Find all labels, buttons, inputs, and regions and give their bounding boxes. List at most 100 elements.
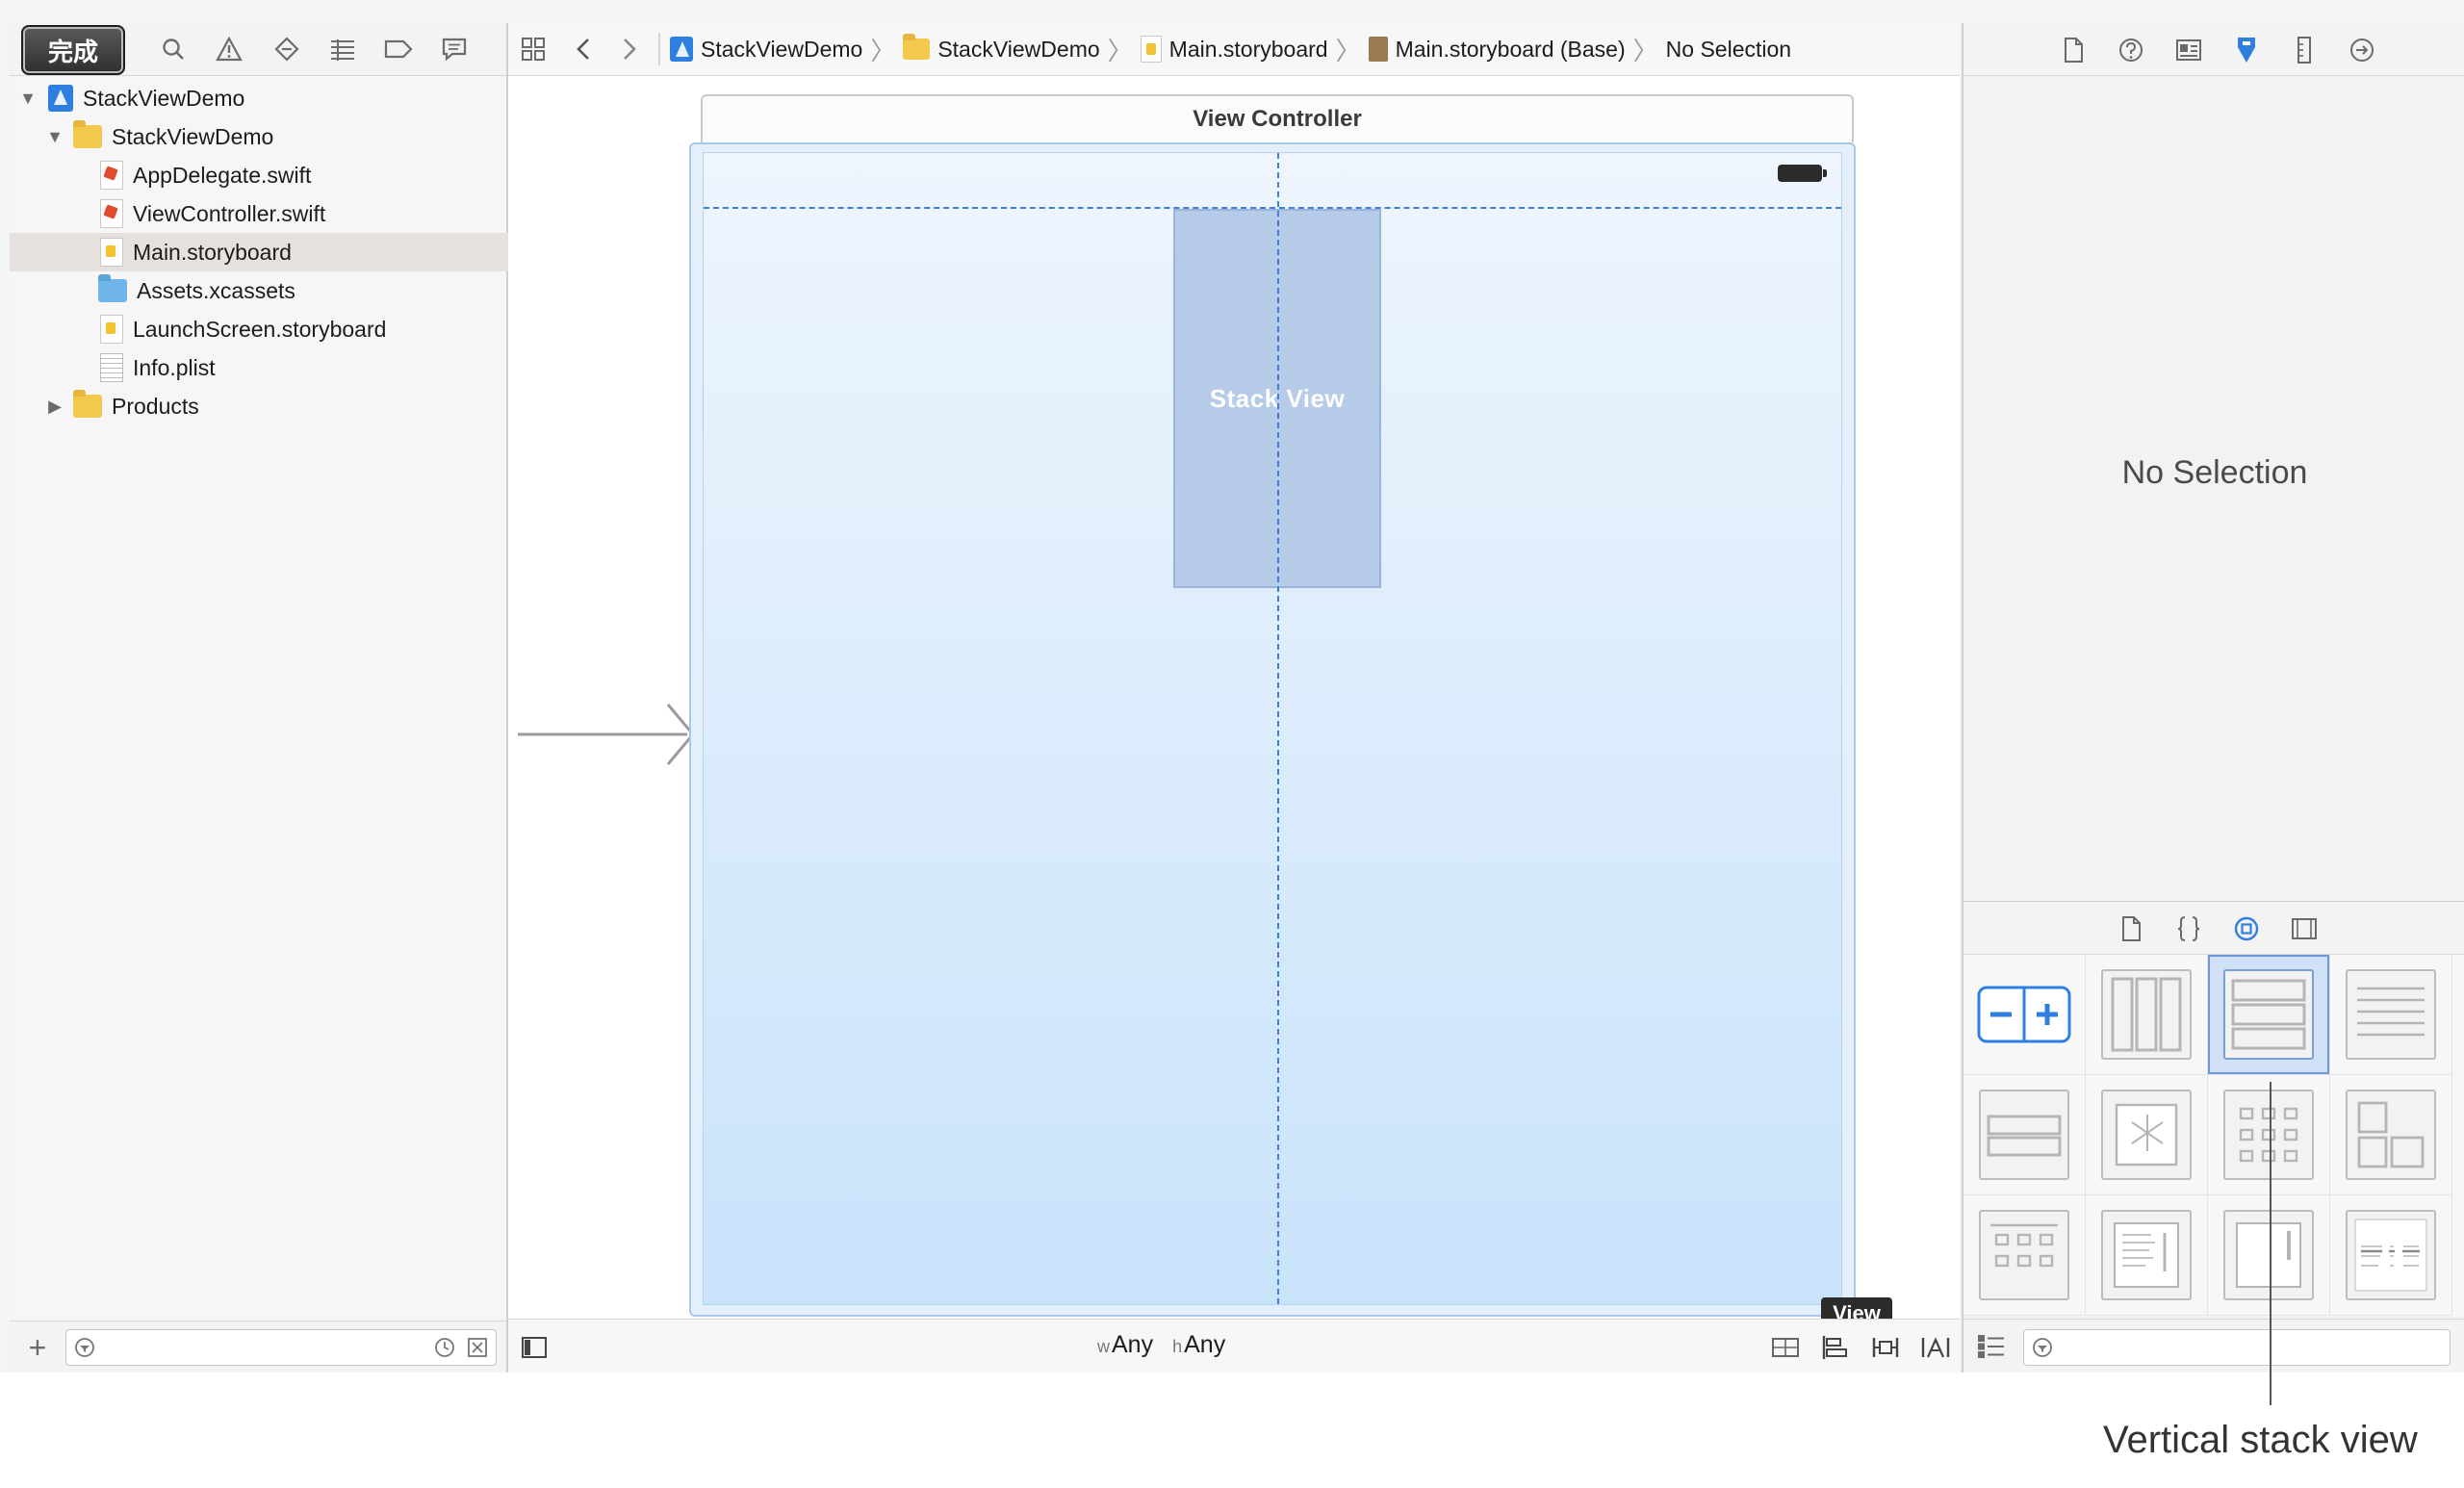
library-filter-bar <box>1964 1319 2464 1373</box>
document-outline-toggle-icon[interactable] <box>518 1331 551 1364</box>
connections-inspector-icon[interactable] <box>2345 33 2379 67</box>
breadcrumb-localization[interactable]: Main.storyboard (Base) <box>1368 37 1626 63</box>
disclosure-collapsed-icon[interactable]: ▶ <box>44 396 65 417</box>
warning-icon[interactable] <box>210 31 248 67</box>
tree-row-project[interactable]: ▼ StackViewDemo <box>10 79 514 117</box>
tree-row-products[interactable]: ▶ Products <box>10 387 541 425</box>
media-library-icon[interactable] <box>2287 911 2322 946</box>
update-frames-icon[interactable] <box>1769 1331 1802 1364</box>
project-navigator: 完成 ▼ StackViewDemo ▼ StackViewDemo AppDe… <box>10 23 597 1373</box>
collection-view-icon <box>2223 1090 2314 1180</box>
disclosure-expanded-icon[interactable]: ▼ <box>17 88 38 109</box>
view-controller-scene[interactable]: Stack View <box>689 142 1856 1317</box>
file-inspector-icon[interactable] <box>2056 33 2091 67</box>
stepper-icon <box>1977 986 2071 1043</box>
height-prefix: h <box>1172 1337 1183 1356</box>
library-item-image-view[interactable] <box>2086 1075 2208 1195</box>
battery-icon <box>1778 165 1827 182</box>
library-item-table-view-cell[interactable] <box>1964 1075 2086 1195</box>
caption-vertical-stack-view: Vertical stack view <box>2103 1419 2418 1461</box>
tree-row-assets[interactable]: Assets.xcassets <box>10 271 595 310</box>
quick-help-icon[interactable] <box>2114 33 2148 67</box>
navigator-filter-input[interactable] <box>65 1329 497 1366</box>
asset-catalog-icon <box>98 274 127 302</box>
identity-inspector-icon[interactable] <box>2171 33 2206 67</box>
add-file-icon[interactable]: + <box>23 1330 52 1365</box>
horizontal-stack-view-icon <box>2101 969 2192 1060</box>
interface-builder-canvas[interactable]: View Controller Stack View View <box>508 77 1960 1319</box>
breadcrumb-group[interactable]: StackViewDemo <box>903 34 1100 63</box>
file-template-library-icon[interactable] <box>2114 911 2148 946</box>
library-item-container-view[interactable] <box>2330 1075 2452 1195</box>
tree-row-label: Products <box>112 393 199 419</box>
library-selector-bar <box>1964 901 2464 955</box>
breadcrumb-label: StackViewDemo <box>701 36 863 62</box>
library-item-vertical-stack-view[interactable] <box>2208 955 2330 1075</box>
source-control-filter-icon[interactable] <box>467 1337 488 1358</box>
xcode-window: 完成 ▼ StackViewDemo ▼ StackViewDemo AppDe… <box>0 0 2464 1373</box>
inspector-selector-bar <box>1964 23 2464 76</box>
search-icon[interactable] <box>154 31 192 67</box>
status-bar-area <box>704 153 1841 209</box>
size-inspector-icon[interactable] <box>2287 33 2322 67</box>
initial-view-controller-arrow[interactable] <box>514 701 697 768</box>
report-bubble-icon[interactable] <box>435 31 474 67</box>
library-item-table-view[interactable] <box>2330 955 2452 1075</box>
filter-icon <box>75 1338 94 1357</box>
navigator-selector-bar: 完成 <box>10 23 506 76</box>
library-list-view-icon[interactable] <box>1977 1333 2006 1365</box>
done-button[interactable]: 完成 <box>21 25 125 75</box>
navigator-filter-bar: + <box>10 1321 506 1373</box>
center-alignment-guide <box>1277 153 1279 1304</box>
recent-files-icon[interactable] <box>434 1337 455 1358</box>
breadcrumb-selection[interactable]: No Selection <box>1666 37 1791 63</box>
project-icon <box>670 37 693 62</box>
library-item-static-table[interactable] <box>1964 1195 2086 1316</box>
object-library-icon[interactable] <box>2229 911 2264 946</box>
debug-list-icon[interactable] <box>323 31 362 67</box>
code-snippet-library-icon[interactable] <box>2171 911 2206 946</box>
size-class-control[interactable]: w Any h Any <box>1097 1331 1225 1359</box>
image-view-icon <box>2101 1090 2192 1180</box>
breadcrumb-label: No Selection <box>1665 36 1792 62</box>
text-view-icon <box>2101 1210 2192 1300</box>
tooltip-label: View <box>1833 1301 1881 1319</box>
storyboard-file-icon <box>1140 36 1162 63</box>
tree-row-group-folder[interactable]: ▼ StackViewDemo <box>10 117 541 156</box>
height-size-class: Any <box>1184 1331 1226 1358</box>
tree-row-label: Assets.xcassets <box>137 277 295 303</box>
forward-chevron-icon[interactable] <box>610 30 649 68</box>
width-size-class: Any <box>1112 1331 1154 1358</box>
breakpoint-tag-icon[interactable] <box>379 31 418 67</box>
utilities-area: No Selection <box>1962 23 2464 1373</box>
editor-bottom-bar: w Any h Any <box>508 1319 1960 1373</box>
breadcrumb-separator-icon: 〉 <box>1632 36 1658 65</box>
attributes-inspector-icon[interactable] <box>2229 33 2264 67</box>
static-table-icon <box>1979 1210 2069 1300</box>
library-item-text-view[interactable] <box>2086 1195 2208 1316</box>
width-prefix: w <box>1097 1337 1110 1356</box>
swift-file-icon <box>100 161 123 190</box>
pin-constraints-icon[interactable] <box>1869 1331 1902 1364</box>
library-item-stepper[interactable] <box>1964 955 2086 1075</box>
breadcrumb-file[interactable]: Main.storyboard <box>1140 36 1328 63</box>
breadcrumb-separator-icon: 〉 <box>1107 36 1133 65</box>
jump-bar: StackViewDemo 〉 StackViewDemo 〉 Main.sto… <box>508 23 1960 76</box>
folder-icon <box>73 390 102 418</box>
library-filter-input[interactable] <box>2023 1329 2451 1366</box>
test-diamond-icon[interactable] <box>268 31 306 67</box>
tree-row-label: AppDelegate.swift <box>133 162 312 188</box>
back-chevron-icon[interactable] <box>564 30 603 68</box>
root-view[interactable]: Stack View <box>703 152 1842 1305</box>
breadcrumb-project[interactable]: StackViewDemo <box>670 37 862 63</box>
stack-embed-icon[interactable] <box>1819 1331 1852 1364</box>
library-item-horizontal-stack-view[interactable] <box>2086 955 2208 1075</box>
resolve-layout-icon[interactable] <box>1919 1331 1952 1364</box>
related-items-grid-icon[interactable] <box>514 30 552 68</box>
tree-row-label: Main.storyboard <box>133 239 292 265</box>
scene-title-bar[interactable]: View Controller <box>701 94 1854 142</box>
library-item-date-picker[interactable] <box>2330 1195 2452 1316</box>
table-view-cell-icon <box>1979 1090 2069 1180</box>
disclosure-expanded-icon[interactable]: ▼ <box>44 126 65 147</box>
breadcrumb-separator-icon: 〉 <box>870 36 896 65</box>
